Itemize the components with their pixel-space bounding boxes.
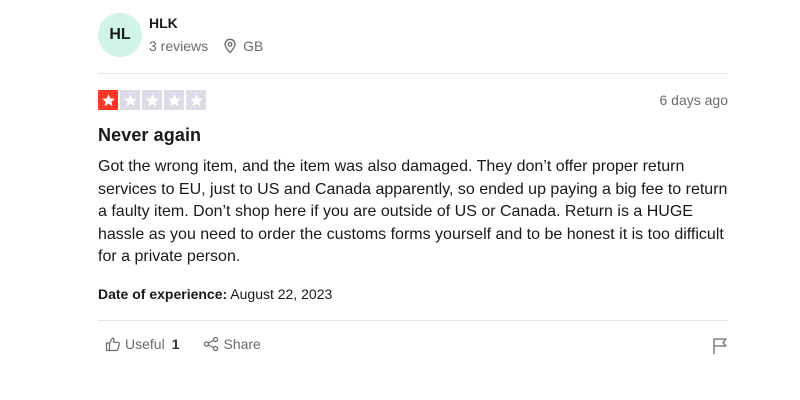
reviewer-name[interactable]: HLK (149, 15, 178, 31)
star-empty-icon (120, 90, 140, 110)
review-body: Got the wrong item, and the item was als… (98, 158, 728, 265)
share-label: Share (223, 336, 261, 352)
thumbs-up-icon (105, 336, 121, 352)
experience-label: Date of experience: (98, 286, 228, 302)
useful-label: Useful (125, 336, 165, 352)
date-of-experience: Date of experience: August 22, 2023 (98, 286, 332, 302)
useful-button[interactable]: Useful 1 (105, 336, 179, 352)
useful-count: 1 (171, 336, 180, 352)
review-actions: Useful 1 Share (105, 336, 285, 352)
avatar[interactable]: HL (98, 13, 142, 57)
star-empty-icon (142, 90, 162, 110)
divider (98, 73, 728, 74)
star-empty-icon (186, 90, 206, 110)
review-date: 6 days ago (659, 92, 729, 108)
review-title[interactable]: Never again (98, 125, 201, 146)
experience-date: August 22, 2023 (230, 286, 333, 302)
review-count: 3 reviews (149, 38, 209, 54)
reviewer-country: GB (243, 38, 264, 54)
map-pin-icon (222, 38, 238, 54)
divider (98, 320, 728, 321)
review-card: HL HLK 3 reviews GB 6 days ago Never aga… (98, 0, 728, 400)
flag-icon[interactable] (712, 337, 728, 355)
share-icon (203, 336, 219, 352)
star-empty-icon (164, 90, 184, 110)
star-rating (98, 90, 206, 110)
reviewer-meta: 3 reviews GB (149, 38, 263, 54)
share-button[interactable]: Share (203, 336, 261, 352)
star-filled-icon (98, 90, 118, 110)
